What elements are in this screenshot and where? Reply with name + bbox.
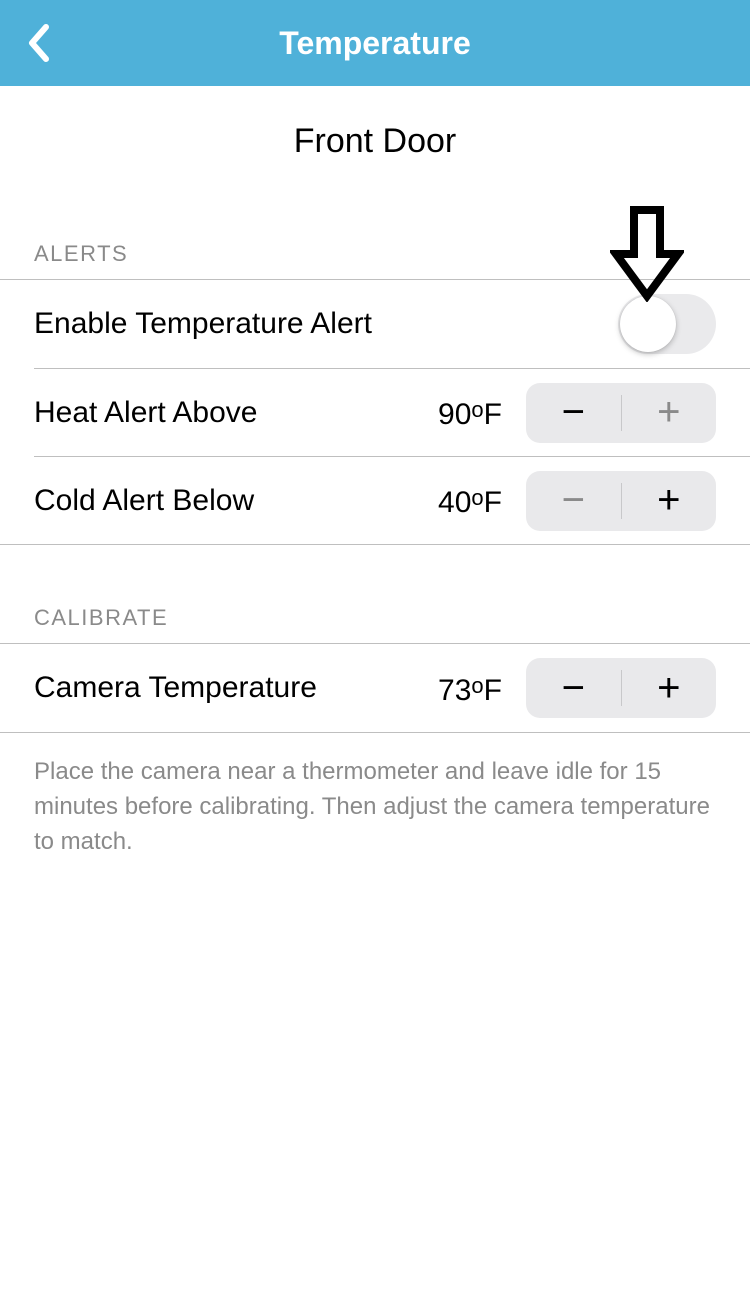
calibrate-footnote: Place the camera near a thermometer and … (0, 733, 750, 881)
calibrate-section-header: CALIBRATE (0, 545, 750, 643)
page-title: Temperature (0, 25, 750, 62)
heat-alert-increment-button[interactable]: + (622, 383, 717, 443)
camera-temperature-row: Camera Temperature 73oF − + (0, 644, 750, 732)
heat-alert-label: Heat Alert Above (34, 396, 412, 430)
minus-icon: − (562, 478, 585, 523)
plus-icon: + (657, 666, 680, 711)
device-name: Front Door (0, 86, 750, 181)
heat-alert-stepper: − + (526, 383, 716, 443)
minus-icon: − (562, 390, 585, 435)
calibrate-list: Camera Temperature 73oF − + (0, 643, 750, 733)
minus-icon: − (562, 666, 585, 711)
camera-temperature-decrement-button[interactable]: − (526, 658, 621, 718)
cold-alert-label: Cold Alert Below (34, 484, 412, 518)
plus-icon: + (657, 390, 680, 435)
cold-alert-row: Cold Alert Below 40oF − + (34, 456, 750, 544)
camera-temperature-label: Camera Temperature (34, 671, 412, 705)
enable-temperature-alert-label: Enable Temperature Alert (34, 307, 618, 341)
annotation-down-arrow-icon (610, 206, 684, 307)
chevron-left-icon (26, 23, 50, 63)
camera-temperature-value: 73oF (412, 669, 502, 708)
back-button[interactable] (8, 13, 68, 73)
cold-alert-decrement-button[interactable]: − (526, 471, 621, 531)
plus-icon: + (657, 478, 680, 523)
cold-alert-increment-button[interactable]: + (622, 471, 717, 531)
heat-alert-row: Heat Alert Above 90oF − + (34, 368, 750, 456)
heat-alert-decrement-button[interactable]: − (526, 383, 621, 443)
alerts-list: Enable Temperature Alert Heat Alert Abov… (0, 279, 750, 545)
navbar: Temperature (0, 0, 750, 86)
cold-alert-stepper: − + (526, 471, 716, 531)
camera-temperature-stepper: − + (526, 658, 716, 718)
heat-alert-value: 90oF (412, 393, 502, 432)
camera-temperature-increment-button[interactable]: + (622, 658, 717, 718)
cold-alert-value: 40oF (412, 481, 502, 520)
